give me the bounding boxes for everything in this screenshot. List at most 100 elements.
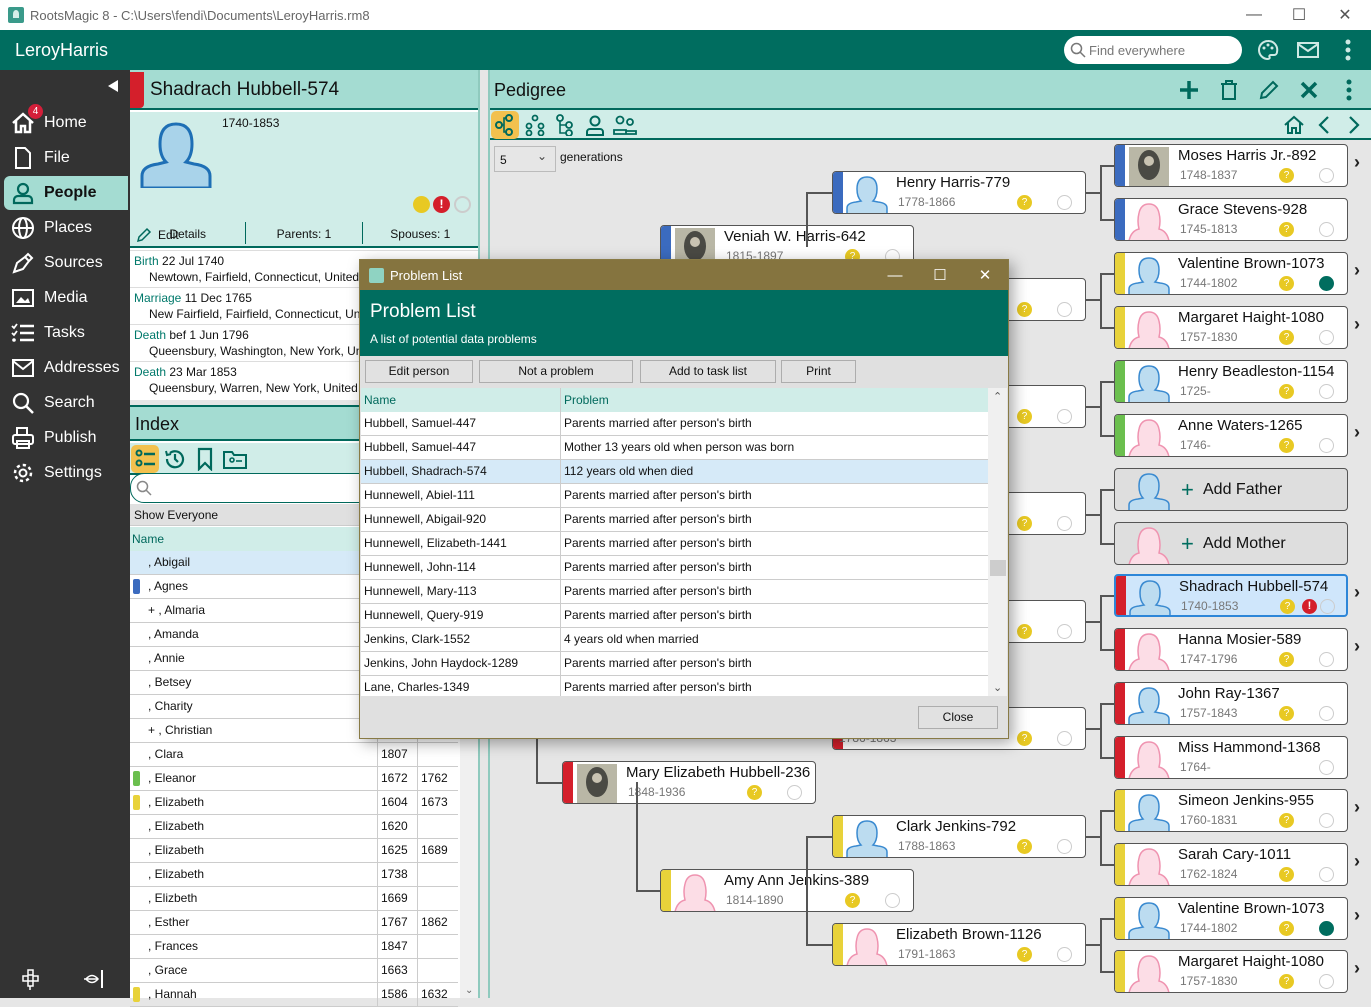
dna-icon[interactable] [1319, 652, 1334, 667]
edit-person-button[interactable]: Edit person [365, 360, 473, 383]
hint-bulb-icon[interactable]: ? [1017, 731, 1032, 746]
bookmark-icon[interactable] [191, 445, 219, 473]
dna-icon[interactable] [1319, 438, 1334, 453]
index-row[interactable]: , Eleanor 1672 1762 [130, 767, 458, 791]
dna-icon[interactable] [1320, 599, 1335, 614]
problem-row[interactable]: Hunnewell, Abigail-920 Parents married af… [361, 508, 988, 532]
person-box[interactable]: Margaret Haight-1080 1757-1830? [1114, 306, 1348, 349]
expand-ancestors-chevron-icon[interactable]: › [1354, 314, 1360, 335]
hint-bulb-icon[interactable]: ? [1017, 195, 1032, 210]
problem-row[interactable]: Hubbell, Samuel-447 Parents married after… [361, 412, 988, 436]
more-options-icon[interactable] [1336, 38, 1360, 62]
scroll-thumb[interactable] [990, 560, 1006, 576]
sidebar-item-publish[interactable]: Publish [4, 421, 128, 455]
person-box[interactable]: Amy Ann Jenkins-389 1814-1890? [660, 869, 914, 912]
palette-icon[interactable] [1256, 38, 1280, 62]
person-box[interactable]: Anne Waters-1265 1746-? [1114, 414, 1348, 457]
sidebar-item-addresses[interactable]: Addresses [4, 351, 128, 385]
person-box[interactable]: Henry Harris-779 1778-1866? [832, 171, 1086, 214]
problem-alert-icon[interactable]: ! [1302, 599, 1317, 614]
index-row[interactable]: , Elizabeth 1604 1673 [130, 791, 458, 815]
delete-icon[interactable] [1215, 76, 1243, 104]
family-view-icon[interactable] [521, 111, 549, 139]
hint-bulb-icon[interactable]: ? [1279, 921, 1294, 936]
edit-icon[interactable] [1255, 76, 1283, 104]
add-to-task-list-button[interactable]: Add to task list [640, 360, 776, 383]
problem-row[interactable]: Hunnewell, Mary-113 Parents married after… [361, 580, 988, 604]
hint-bulb-icon[interactable]: ? [1279, 813, 1294, 828]
person-box[interactable]: Elizabeth Brown-1126 1791-1863? [832, 923, 1086, 966]
hint-bulb-icon[interactable]: ? [1279, 276, 1294, 291]
index-row[interactable]: , Clara 1807 [130, 743, 458, 767]
pedigree-view-icon[interactable] [491, 111, 519, 139]
dna-icon[interactable] [1057, 516, 1072, 531]
dna-icon[interactable] [1057, 947, 1072, 962]
index-row[interactable]: , Esther 1767 1862 [130, 911, 458, 935]
dna-icon[interactable] [1319, 384, 1334, 399]
dna-icon[interactable] [1057, 731, 1072, 746]
dna-icon[interactable] [1319, 760, 1334, 775]
column-name[interactable]: Name [361, 388, 561, 412]
person-box[interactable]: Sarah Cary-1011 1762-1824? [1114, 843, 1348, 886]
sidebar-item-home[interactable]: 4 Home [4, 104, 128, 140]
problem-table-scrollbar[interactable]: ⌃ ⌄ [988, 388, 1007, 696]
person-box[interactable]: Henry Beadleston-1154 1725-? [1114, 360, 1348, 403]
index-row[interactable]: , Elizabeth 1625 1689 [130, 839, 458, 863]
problem-row[interactable]: Hunnewell, Abiel-111 Parents married afte… [361, 484, 988, 508]
problem-row[interactable]: Lane, Charles-1349 Parents married after … [361, 676, 988, 696]
dna-icon[interactable] [1057, 624, 1072, 639]
hint-bulb-icon[interactable]: ? [1279, 706, 1294, 721]
hint-bulb-icon[interactable]: ? [1017, 516, 1032, 531]
expand-ancestors-chevron-icon[interactable]: › [1354, 582, 1360, 603]
descendants-view-icon[interactable] [551, 111, 579, 139]
people-list-icon[interactable] [131, 445, 159, 473]
sidebar-item-settings[interactable]: Settings [4, 456, 128, 490]
add-father-button[interactable]: + Add Father [1114, 468, 1348, 511]
problem-row[interactable]: Jenkins, John Haydock-1289 Parents marrie… [361, 652, 988, 676]
hint-bulb-icon[interactable]: ? [845, 893, 860, 908]
person-box[interactable]: Shadrach Hubbell-574 1740-1853?! [1114, 574, 1348, 617]
expand-ancestors-chevron-icon[interactable]: › [1354, 260, 1360, 281]
person-box[interactable]: Grace Stevens-928 1745-1813? [1114, 198, 1348, 241]
hint-bulb-icon[interactable]: ? [1017, 302, 1032, 317]
dna-icon[interactable] [1319, 330, 1334, 345]
person-box[interactable]: Hanna Mosier-589 1747-1796? [1114, 628, 1348, 671]
expand-ancestors-chevron-icon[interactable]: › [1354, 636, 1360, 657]
dna-icon[interactable] [454, 196, 471, 213]
sidebar-item-media[interactable]: Media [4, 281, 128, 315]
maximize-button[interactable]: ☐ [1276, 0, 1322, 30]
expand-ancestors-chevron-icon[interactable]: › [1354, 797, 1360, 818]
generations-select[interactable]: 5 [494, 146, 556, 172]
person-box[interactable]: Mary Elizabeth Hubbell-236 1848-1936? [562, 761, 816, 804]
dna-icon[interactable] [1319, 813, 1334, 828]
hint-bulb-icon[interactable]: ? [1017, 947, 1032, 962]
hint-bulb-icon[interactable]: ? [1017, 624, 1032, 639]
expand-ancestors-chevron-icon[interactable]: › [1354, 958, 1360, 979]
index-row[interactable]: , Elizbeth 1669 [130, 887, 458, 911]
problem-row[interactable]: Hunnewell, John-114 Parents married after… [361, 556, 988, 580]
person-box[interactable]: John Ray-1367 1757-1843? [1114, 682, 1348, 725]
hint-bulb-icon[interactable]: ? [1279, 330, 1294, 345]
more-options-icon[interactable] [1335, 76, 1363, 104]
dna-icon[interactable] [1319, 168, 1334, 183]
back-arrow-icon[interactable] [1310, 111, 1338, 139]
problem-row[interactable]: Hunnewell, Query-919 Parents married afte… [361, 604, 988, 628]
dialog-maximize-button[interactable]: ☐ [917, 260, 963, 290]
history-icon[interactable] [161, 445, 189, 473]
close-button[interactable]: Close [918, 706, 998, 729]
person-box[interactable]: Miss Hammond-1368 1764- [1114, 736, 1348, 779]
dna-icon[interactable] [885, 893, 900, 908]
close-window-button[interactable]: ✕ [1322, 0, 1368, 30]
edit-person-button[interactable]: Edit [130, 224, 179, 246]
tab-parents[interactable]: Parents: 1 [246, 222, 363, 244]
hint-bulb-icon[interactable]: ? [1279, 974, 1294, 989]
dna-icon[interactable] [1319, 706, 1334, 721]
group-folder-icon[interactable] [221, 445, 249, 473]
dialog-close-icon[interactable]: ✕ [962, 260, 1008, 290]
hint-bulb-icon[interactable]: ? [1279, 867, 1294, 882]
expand-ancestors-chevron-icon[interactable]: › [1354, 152, 1360, 173]
expand-ancestors-chevron-icon[interactable]: › [1354, 851, 1360, 872]
index-row[interactable]: , Elizabeth 1620 [130, 815, 458, 839]
home-icon[interactable] [1280, 111, 1308, 139]
scroll-up-icon[interactable]: ⌃ [993, 390, 1002, 403]
